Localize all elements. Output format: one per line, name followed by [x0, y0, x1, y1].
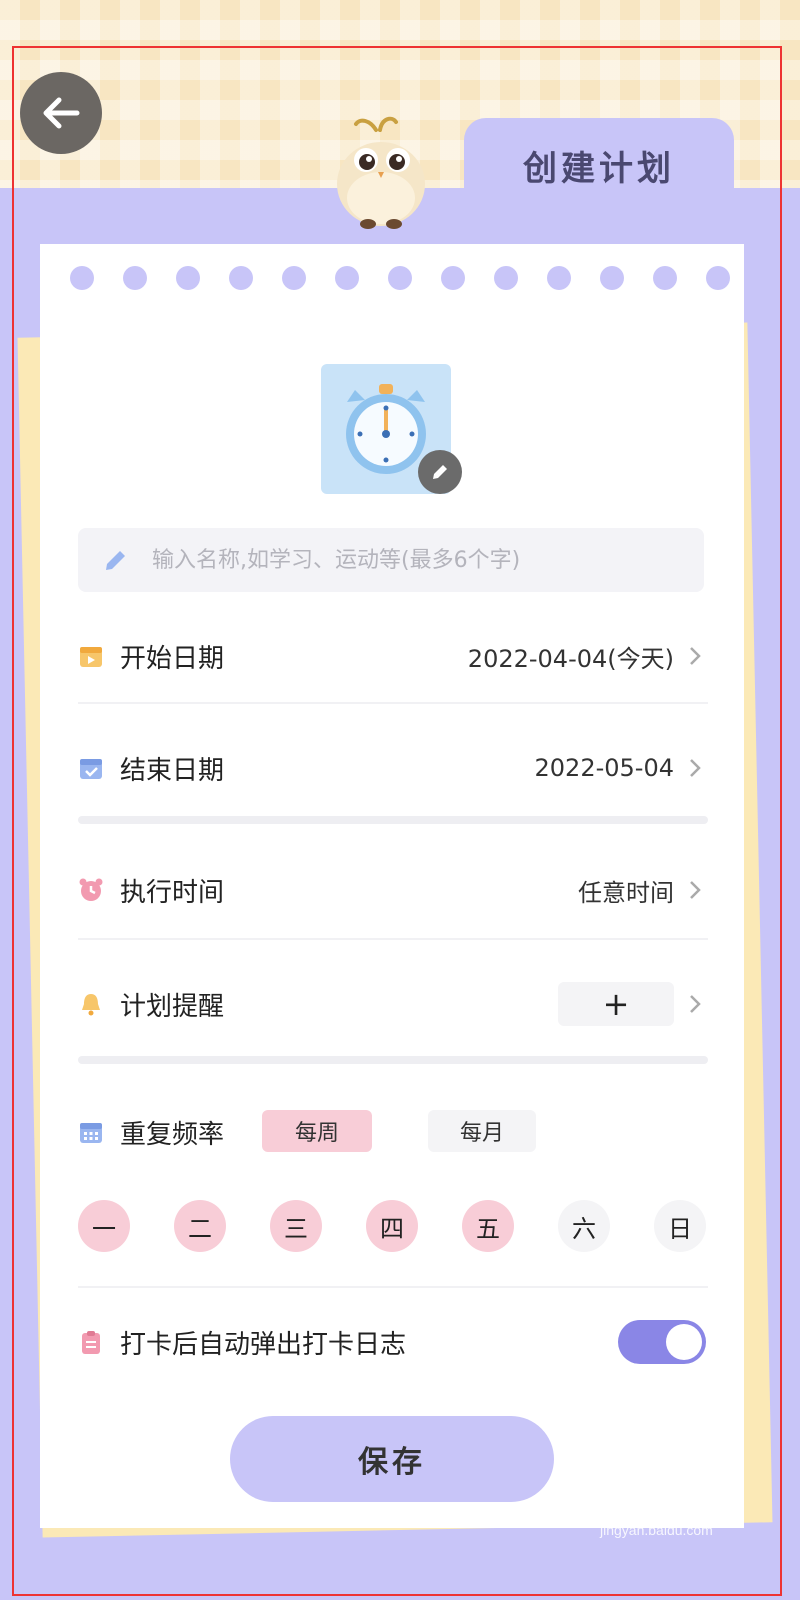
day-mon-button[interactable]: 一	[78, 1200, 130, 1252]
add-reminder-button[interactable]: +	[558, 982, 674, 1026]
exec-time-label: 执行时间	[120, 877, 225, 908]
day-sat-button[interactable]: 六	[558, 1200, 610, 1252]
arrow-left-icon	[43, 97, 80, 129]
form-card: 开始日期 2022-04-04(今天) 结束日期 2022-05-04 执行时间…	[40, 244, 744, 1528]
calendar-check-icon	[80, 759, 102, 779]
end-date-value: 2022-05-04	[534, 754, 674, 782]
baidu-watermark: Baidu 经验 jingyan.baidu.com	[600, 1486, 732, 1538]
chevron-right-icon	[690, 995, 701, 1013]
save-button[interactable]: 保存	[230, 1416, 554, 1502]
section-divider	[78, 816, 708, 824]
edit-icon-button[interactable]	[418, 450, 462, 494]
pencil-icon	[106, 551, 125, 570]
binder-holes	[70, 266, 730, 290]
reminder-row[interactable]: 计划提醒 +	[78, 974, 708, 1034]
bird-mascot-icon	[337, 116, 425, 229]
end-date-label: 结束日期	[120, 755, 225, 786]
day-sun-button[interactable]: 日	[654, 1200, 706, 1252]
divider	[78, 702, 708, 704]
repeat-row: 重复频率	[78, 1102, 224, 1162]
back-button[interactable]	[20, 72, 102, 154]
repeat-label: 重复频率	[120, 1119, 225, 1150]
alarm-clock-icon	[79, 878, 103, 901]
chevron-right-icon	[690, 647, 701, 665]
section-divider	[78, 1056, 708, 1064]
auto-log-toggle[interactable]	[618, 1320, 706, 1364]
bell-icon	[82, 994, 100, 1016]
start-date-value: 2022-04-04(今天)	[467, 644, 674, 673]
divider	[78, 938, 708, 940]
start-date-row[interactable]: 开始日期 2022-04-04(今天)	[78, 626, 708, 686]
clipboard-icon	[82, 1331, 100, 1354]
chevron-right-icon	[690, 759, 701, 777]
start-date-label: 开始日期	[120, 643, 225, 674]
calendar-grid-icon	[80, 1123, 102, 1143]
reminder-label: 计划提醒	[120, 991, 225, 1022]
chevron-right-icon	[690, 881, 701, 899]
auto-log-label: 打卡后自动弹出打卡日志	[120, 1329, 407, 1360]
day-fri-button[interactable]: 五	[462, 1200, 514, 1252]
mode-weekly-button[interactable]: 每周	[262, 1110, 372, 1152]
page-title: 创建计划	[523, 149, 675, 189]
plan-name-field[interactable]	[78, 528, 704, 592]
toggle-knob	[666, 1324, 702, 1360]
day-wed-button[interactable]: 三	[270, 1200, 322, 1252]
pencil-icon	[433, 465, 447, 479]
end-date-row[interactable]: 结束日期 2022-05-04	[78, 738, 708, 798]
mode-monthly-button[interactable]: 每月	[428, 1110, 536, 1152]
exec-time-value: 任意时间	[578, 878, 674, 907]
plan-name-input[interactable]	[150, 546, 694, 574]
auto-log-row: 打卡后自动弹出打卡日志	[78, 1312, 406, 1372]
header-tab: 创建计划	[464, 118, 734, 213]
day-thu-button[interactable]: 四	[366, 1200, 418, 1252]
calendar-play-icon	[80, 647, 102, 667]
day-tue-button[interactable]: 二	[174, 1200, 226, 1252]
exec-time-row[interactable]: 执行时间 任意时间	[78, 860, 708, 920]
divider	[78, 1286, 708, 1288]
